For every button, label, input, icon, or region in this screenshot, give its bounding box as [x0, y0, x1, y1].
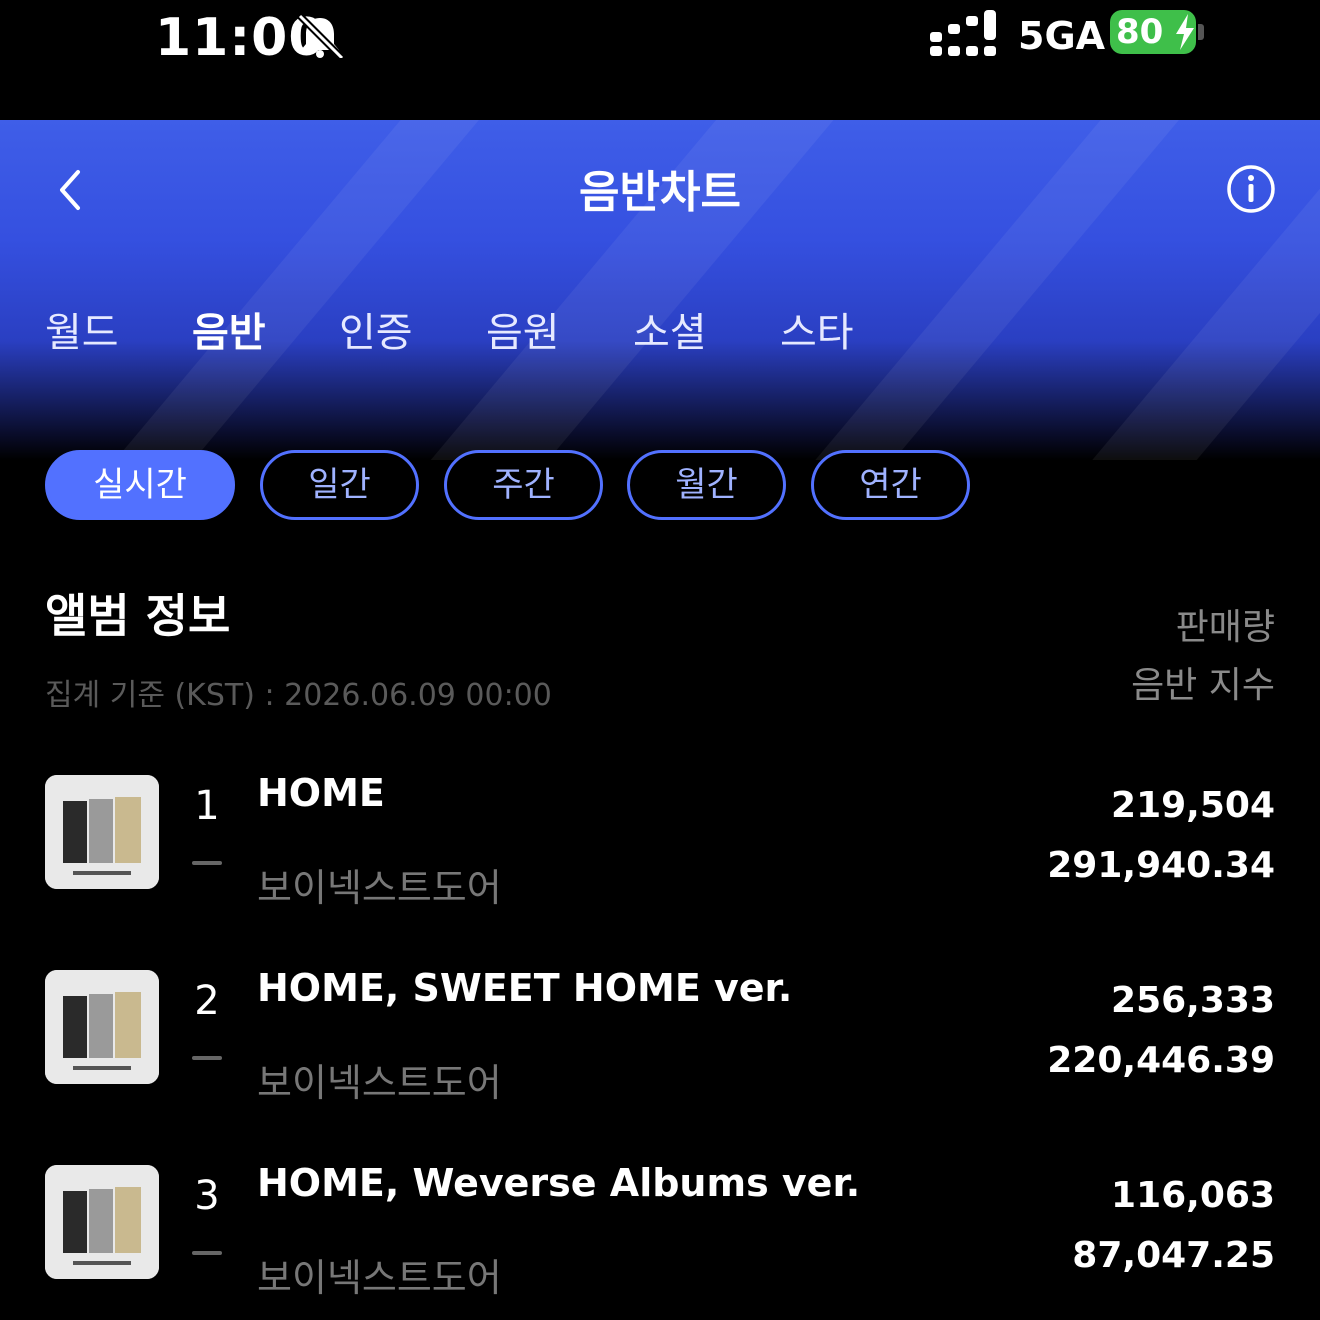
page-title: 음반차트	[579, 167, 741, 218]
artist-name: 보이넥스트도어	[257, 1256, 502, 1300]
rank-number: 3	[194, 1173, 220, 1219]
tab-world[interactable]: 월드	[45, 300, 119, 358]
album-title: HOME, SWEET HOME ver.	[257, 966, 793, 1010]
battery-level: 80	[1116, 12, 1164, 52]
info-icon[interactable]	[1226, 164, 1276, 214]
index-value: 220,446.39	[1047, 1040, 1275, 1081]
album-cover	[45, 970, 159, 1084]
aggregation-time: 집계 기준 (KST) : 2026.06.09 00:00	[45, 678, 552, 713]
index-value: 87,047.25	[1072, 1235, 1275, 1276]
header: 음반차트 월드 음반 인증 음원 소셜 스타	[0, 120, 1320, 460]
category-tabs: 월드 음반 인증 음원 소셜 스타	[0, 300, 1320, 370]
album-cover	[45, 775, 159, 889]
sales-value: 219,504	[1111, 785, 1275, 826]
battery-icon: 80	[1110, 10, 1196, 54]
album-title: HOME	[257, 771, 385, 815]
rank-unchanged-icon	[192, 1056, 222, 1060]
album-row[interactable]: 1 HOME 보이넥스트도어 219,504 291,940.34	[0, 771, 1320, 925]
album-cover	[45, 1165, 159, 1279]
rank-number: 2	[194, 978, 220, 1024]
tab-music[interactable]: 음원	[486, 300, 560, 358]
period-realtime[interactable]: 실시간	[45, 450, 235, 520]
tab-album[interactable]: 음반	[192, 300, 266, 358]
status-bar: 11:00 5GA 80	[0, 0, 1320, 120]
artist-name: 보이넥스트도어	[257, 1061, 502, 1105]
signal-icon	[930, 10, 996, 56]
tab-social[interactable]: 소셜	[633, 300, 707, 358]
bolt-icon	[1176, 14, 1194, 50]
artist-name: 보이넥스트도어	[257, 866, 502, 910]
column-sales-header: 판매량	[1175, 607, 1275, 648]
section-title: 앨범 정보	[45, 589, 231, 643]
column-index-header: 음반 지수	[1131, 665, 1275, 706]
battery-cap	[1198, 24, 1204, 40]
bell-muted-icon	[297, 14, 345, 58]
period-filter: 실시간 일간 주간 월간 연간	[0, 450, 1320, 520]
period-daily[interactable]: 일간	[260, 450, 419, 520]
album-title: HOME, Weverse Albums ver.	[257, 1161, 861, 1205]
rank-number: 1	[194, 783, 220, 829]
period-monthly[interactable]: 월간	[627, 450, 786, 520]
period-weekly[interactable]: 주간	[444, 450, 603, 520]
tab-certification[interactable]: 인증	[339, 300, 413, 358]
sales-value: 256,333	[1111, 980, 1275, 1021]
rank-unchanged-icon	[192, 1251, 222, 1255]
album-row[interactable]: 3 HOME, Weverse Albums ver. 보이넥스트도어 116,…	[0, 1161, 1320, 1315]
album-row[interactable]: 2 HOME, SWEET HOME ver. 보이넥스트도어 256,333 …	[0, 966, 1320, 1120]
network-label: 5GA	[1018, 14, 1106, 58]
sales-value: 116,063	[1111, 1175, 1275, 1216]
tab-star[interactable]: 스타	[780, 300, 854, 358]
index-value: 291,940.34	[1047, 845, 1275, 886]
period-yearly[interactable]: 연간	[811, 450, 970, 520]
rank-unchanged-icon	[192, 861, 222, 865]
